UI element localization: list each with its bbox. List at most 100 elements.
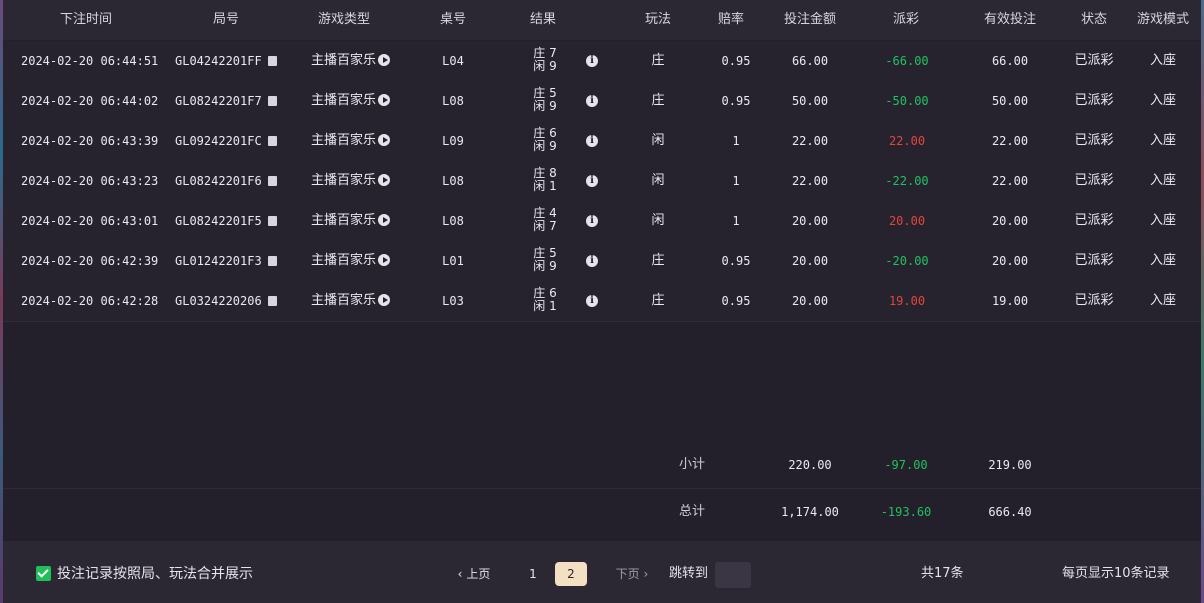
bet-type: 闲 bbox=[651, 213, 665, 228]
status: 已派彩 bbox=[1074, 213, 1114, 228]
jump-to-label: 跳转到 bbox=[669, 566, 709, 581]
valid-bet: 66.00 bbox=[991, 54, 1029, 68]
round-id: GL08242201F7 bbox=[175, 94, 262, 108]
round-id: GL04242201FF bbox=[175, 54, 262, 68]
play-icon[interactable] bbox=[378, 134, 391, 146]
pagination-footer: 投注记录按照局、玩法合并展示 ‹ 上页 1 2 下页 › 跳转到 共17条 每页… bbox=[3, 541, 1201, 603]
game-mode: 入座 bbox=[1149, 213, 1176, 228]
next-page-label: 下页 bbox=[615, 567, 640, 581]
result-cell: 庄 7 闲 9 bbox=[525, 47, 565, 75]
summary-divider bbox=[3, 488, 1201, 489]
status: 已派彩 bbox=[1074, 173, 1114, 188]
total-amount: 1,174.00 bbox=[781, 505, 839, 519]
info-icon[interactable]: i bbox=[586, 95, 598, 107]
page-1-button[interactable]: 1 bbox=[523, 562, 543, 586]
copy-icon[interactable] bbox=[267, 256, 277, 266]
bet-amount: 22.00 bbox=[791, 134, 829, 148]
play-icon[interactable] bbox=[378, 54, 391, 66]
copy-icon[interactable] bbox=[267, 296, 277, 306]
table-row: 2024-02-20 06:42:28 GL0324220206 主播百家乐 L… bbox=[3, 281, 1201, 322]
player-result: 闲 9 bbox=[533, 139, 557, 153]
player-result: 闲 9 bbox=[533, 59, 557, 73]
per-page-info: 每页显示10条记录 bbox=[1062, 566, 1170, 581]
header-bet-type: 玩法 bbox=[644, 12, 671, 27]
game-type: 主播百家乐 bbox=[311, 213, 377, 228]
copy-icon[interactable] bbox=[267, 56, 277, 66]
play-icon[interactable] bbox=[378, 214, 391, 226]
game-type-cell[interactable]: 主播百家乐 bbox=[311, 241, 403, 281]
info-icon[interactable]: i bbox=[586, 175, 598, 187]
game-type-cell[interactable]: 主播百家乐 bbox=[311, 41, 403, 81]
merge-checkbox[interactable] bbox=[36, 566, 51, 581]
header-payout: 派彩 bbox=[892, 12, 919, 27]
odds: 1 bbox=[732, 214, 740, 228]
bet-type: 闲 bbox=[651, 133, 665, 148]
round-id-cell: GL08242201F6 bbox=[175, 161, 285, 201]
game-type: 主播百家乐 bbox=[311, 253, 377, 268]
bet-amount: 20.00 bbox=[791, 254, 829, 268]
game-type-cell[interactable]: 主播百家乐 bbox=[311, 161, 403, 201]
page-2-button[interactable]: 2 bbox=[555, 562, 587, 586]
odds: 1 bbox=[732, 134, 740, 148]
round-id: GL09242201FC bbox=[175, 134, 262, 148]
result-cell: 庄 6 闲 9 bbox=[525, 127, 565, 155]
status: 已派彩 bbox=[1074, 293, 1114, 308]
header-bet-amount: 投注金额 bbox=[783, 12, 836, 27]
player-result: 闲 1 bbox=[533, 179, 557, 193]
next-page-button[interactable]: 下页 › bbox=[611, 562, 653, 586]
copy-icon[interactable] bbox=[267, 136, 277, 146]
game-mode: 入座 bbox=[1149, 53, 1176, 68]
merge-checkbox-label[interactable]: 投注记录按照局、玩法合并展示 bbox=[57, 565, 253, 583]
bet-type: 庄 bbox=[651, 253, 665, 268]
play-icon[interactable] bbox=[378, 94, 391, 106]
round-id-cell: GL08242201F5 bbox=[175, 201, 285, 241]
total-count: 共17条 bbox=[921, 566, 964, 581]
round-id-cell: GL0324220206 bbox=[175, 281, 285, 321]
play-icon[interactable] bbox=[378, 174, 391, 186]
status: 已派彩 bbox=[1074, 133, 1114, 148]
table-row: 2024-02-20 06:43:39 GL09242201FC 主播百家乐 L… bbox=[3, 121, 1201, 162]
bet-time: 2024-02-20 06:43:39 bbox=[21, 134, 159, 148]
result-cell: 庄 4 闲 7 bbox=[525, 207, 565, 235]
odds: 0.95 bbox=[721, 254, 751, 268]
table-no: L08 bbox=[442, 94, 464, 108]
subtotal-payout: -97.00 bbox=[884, 458, 928, 472]
odds: 1 bbox=[732, 174, 740, 188]
table-no: L08 bbox=[442, 174, 464, 188]
info-icon[interactable]: i bbox=[586, 255, 598, 267]
copy-icon[interactable] bbox=[267, 176, 277, 186]
game-mode: 入座 bbox=[1149, 173, 1176, 188]
info-icon[interactable]: i bbox=[586, 295, 598, 307]
jump-to-page-input[interactable] bbox=[715, 562, 751, 588]
game-type: 主播百家乐 bbox=[311, 293, 377, 308]
valid-bet: 50.00 bbox=[991, 94, 1029, 108]
result-cell: 庄 6 闲 1 bbox=[525, 287, 565, 315]
bet-time: 2024-02-20 06:43:01 bbox=[21, 214, 159, 228]
round-id: GL08242201F5 bbox=[175, 214, 262, 228]
info-icon[interactable]: i bbox=[586, 55, 598, 67]
bet-amount: 66.00 bbox=[791, 54, 829, 68]
table-row: 2024-02-20 06:43:23 GL08242201F6 主播百家乐 L… bbox=[3, 161, 1201, 202]
header-table-no: 桌号 bbox=[439, 12, 466, 27]
play-icon[interactable] bbox=[378, 294, 391, 306]
game-type-cell[interactable]: 主播百家乐 bbox=[311, 201, 403, 241]
header-game-mode: 游戏模式 bbox=[1136, 12, 1189, 27]
valid-bet: 20.00 bbox=[991, 254, 1029, 268]
player-result: 闲 1 bbox=[533, 299, 557, 313]
game-type-cell[interactable]: 主播百家乐 bbox=[311, 121, 403, 161]
game-mode: 入座 bbox=[1149, 93, 1176, 108]
game-type-cell[interactable]: 主播百家乐 bbox=[311, 81, 403, 121]
copy-icon[interactable] bbox=[267, 96, 277, 106]
total-valid: 666.40 bbox=[988, 505, 1032, 519]
table-row: 2024-02-20 06:42:39 GL01242201F3 主播百家乐 L… bbox=[3, 241, 1201, 282]
prev-page-button[interactable]: ‹ 上页 bbox=[453, 562, 495, 586]
copy-icon[interactable] bbox=[267, 216, 277, 226]
play-icon[interactable] bbox=[378, 254, 391, 266]
valid-bet: 22.00 bbox=[991, 134, 1029, 148]
bet-type: 庄 bbox=[651, 293, 665, 308]
round-id: GL01242201F3 bbox=[175, 254, 262, 268]
info-icon[interactable]: i bbox=[586, 135, 598, 147]
game-type-cell[interactable]: 主播百家乐 bbox=[311, 281, 403, 321]
info-icon[interactable]: i bbox=[586, 215, 598, 227]
table-row: 2024-02-20 06:44:02 GL08242201F7 主播百家乐 L… bbox=[3, 81, 1201, 122]
